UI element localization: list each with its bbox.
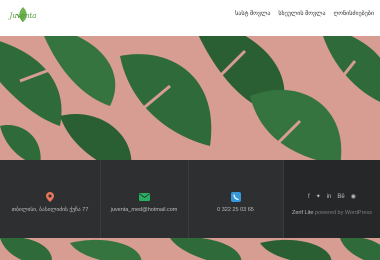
phone-icon (230, 192, 241, 202)
logo-text: Juventa (9, 12, 37, 20)
address-text: თბილისი, ბასილიძის ქუჩა 77 (11, 207, 89, 213)
hero-image (0, 36, 380, 160)
email-icon (138, 192, 150, 202)
phone-widget: 0 322 25 03 65 (188, 160, 284, 238)
pinterest-icon[interactable]: ◉ (351, 194, 356, 201)
site-header: Juventa სასტ მოვლა სხეულის მოვლა ღონისძი… (0, 0, 380, 36)
email-link[interactable]: juventa_med@hotmail.com (111, 207, 178, 213)
main-nav: სასტ მოვლა სხეულის მოვლა ღონისძიებები (235, 10, 374, 18)
monstera-leaves-image (0, 36, 380, 160)
monstera-leaves-strip (0, 238, 380, 260)
bottom-hero-strip (0, 238, 380, 260)
nav-item-face-care[interactable]: სასტ მოვლა (235, 10, 270, 18)
social-links: f ✦ in Bē ◉ (284, 194, 380, 201)
social-column: f ✦ in Bē ◉ Zerif Lite powered by WordPr… (284, 160, 380, 238)
theme-link[interactable]: Zerif Lite (292, 210, 313, 216)
email-widget: juventa_med@hotmail.com (100, 160, 189, 238)
nav-item-body-care[interactable]: სხეულის მოვლა (278, 10, 325, 18)
linkedin-icon[interactable]: in (327, 194, 332, 201)
footer-credit: Zerif Lite powered by WordPress (284, 210, 380, 216)
facebook-icon[interactable]: f (308, 194, 310, 201)
twitter-icon[interactable]: ✦ (316, 194, 321, 201)
behance-icon[interactable]: Bē (337, 194, 344, 201)
site-footer: თბილისი, ბასილიძის ქუჩა 77 juventa_med@h… (0, 160, 380, 238)
powered-by-text: powered by (314, 210, 344, 216)
nav-item-events[interactable]: ღონისძიებები (334, 10, 374, 18)
wordpress-link[interactable]: WordPress (345, 210, 372, 216)
location-pin-icon (45, 192, 56, 202)
site-logo[interactable]: Juventa (8, 4, 38, 30)
phone-text: 0 322 25 03 65 (217, 207, 254, 213)
address-widget: თბილისი, ბასილიძის ქუჩა 77 (0, 160, 101, 238)
